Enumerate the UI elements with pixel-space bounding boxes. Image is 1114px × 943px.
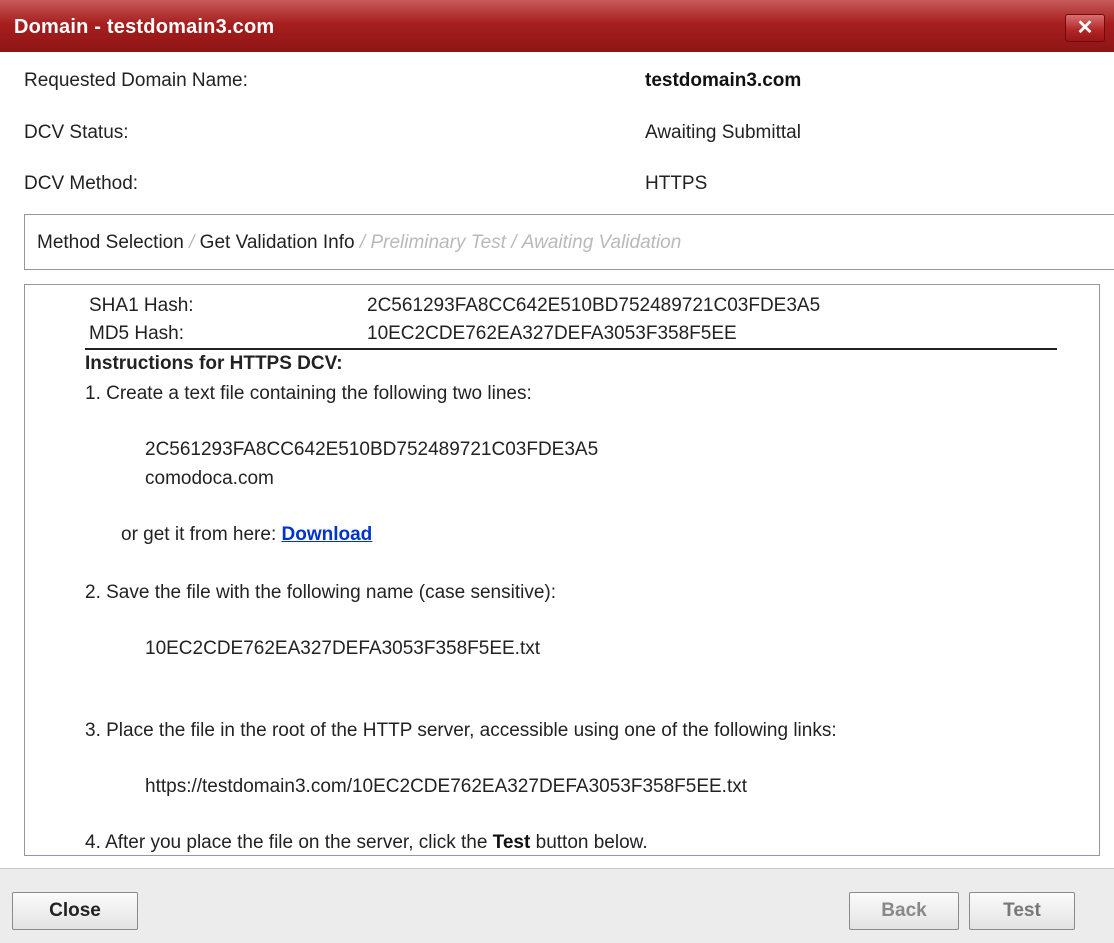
instructions-heading: Instructions for HTTPS DCV: bbox=[85, 353, 343, 374]
download-prefix: or get it from here: bbox=[121, 524, 282, 545]
instruction-step-4: 4. After you place the file on the serve… bbox=[85, 832, 493, 853]
validation-info-panel: SHA1 Hash: 2C561293FA8CC642E510BD7524897… bbox=[24, 284, 1100, 856]
sha1-label: SHA1 Hash: bbox=[89, 295, 194, 316]
instruction-step-2: 2. Save the file with the following name… bbox=[85, 582, 557, 603]
title-bar: Domain - testdomain3.com ✕ bbox=[0, 0, 1114, 52]
dialog-title: Domain - testdomain3.com bbox=[14, 16, 275, 38]
validation-url: https://testdomain3.com/10EC2CDE762EA327… bbox=[145, 776, 747, 797]
step-preliminary-test: Preliminary Test bbox=[370, 232, 506, 253]
breadcrumb-separator: / bbox=[505, 232, 517, 253]
domain-dialog: Domain - testdomain3.com ✕ Requested Dom… bbox=[0, 0, 1114, 943]
dcv-method-value: HTTPS bbox=[645, 173, 708, 194]
md5-value: 10EC2CDE762EA327DEFA3053F358F5EE bbox=[367, 323, 737, 344]
step-breadcrumb: Method Selection / Get Validation Info /… bbox=[24, 214, 1114, 270]
instruction-step-3: 3. Place the file in the root of the HTT… bbox=[85, 720, 837, 741]
file-line-1: 2C561293FA8CC642E510BD752489721C03FDE3A5 bbox=[145, 439, 599, 460]
dcv-status-label: DCV Status: bbox=[24, 122, 129, 143]
test-button[interactable]: Test bbox=[969, 892, 1075, 930]
requested-domain-label: Requested Domain Name: bbox=[24, 70, 248, 91]
download-link[interactable]: Download bbox=[282, 524, 373, 545]
back-button[interactable]: Back bbox=[849, 892, 959, 930]
step-method-selection: Method Selection bbox=[37, 232, 184, 253]
instruction-step-1: 1. Create a text file containing the fol… bbox=[85, 383, 532, 404]
dcv-method-label: DCV Method: bbox=[24, 173, 139, 194]
breadcrumb-separator: / bbox=[354, 232, 366, 253]
divider bbox=[85, 348, 1057, 350]
md5-label: MD5 Hash: bbox=[89, 323, 185, 344]
close-button[interactable]: Close bbox=[12, 892, 138, 930]
step-get-validation-info: Get Validation Info bbox=[199, 232, 355, 253]
breadcrumb-separator: / bbox=[183, 232, 195, 253]
test-keyword: Test bbox=[492, 832, 531, 853]
dialog-footer: Close Back Test bbox=[0, 868, 1114, 943]
instruction-step-4-suffix: button below. bbox=[530, 832, 648, 853]
file-line-2: comodoca.com bbox=[145, 468, 274, 489]
step-awaiting-validation: Awaiting Validation bbox=[521, 232, 682, 253]
file-name: 10EC2CDE762EA327DEFA3053F358F5EE.txt bbox=[145, 638, 541, 659]
requested-domain-value: testdomain3.com bbox=[645, 70, 802, 91]
dcv-status-value: Awaiting Submittal bbox=[645, 122, 801, 143]
close-icon[interactable]: ✕ bbox=[1065, 14, 1105, 42]
sha1-value: 2C561293FA8CC642E510BD752489721C03FDE3A5 bbox=[367, 295, 821, 316]
